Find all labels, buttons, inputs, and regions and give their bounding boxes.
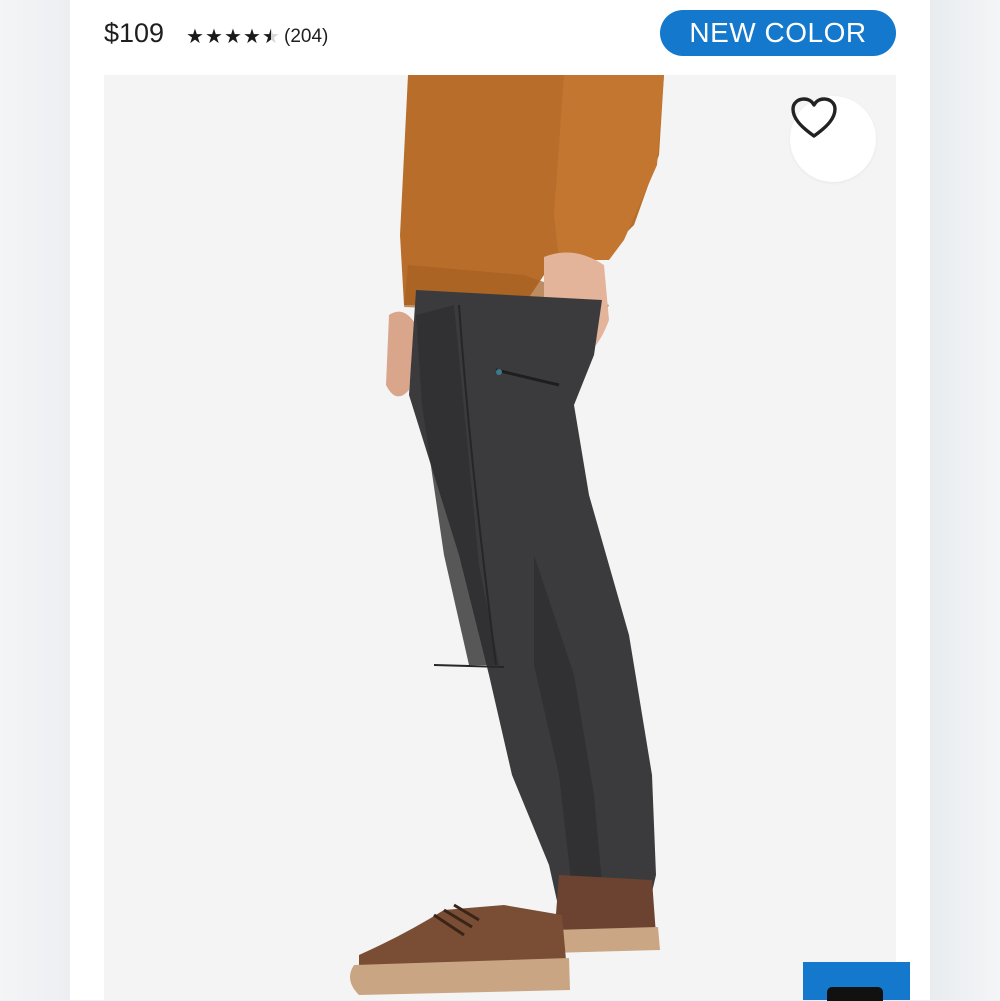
new-color-badge: NEW COLOR xyxy=(660,10,896,56)
product-image[interactable] xyxy=(104,75,896,1000)
rating-stars: ★ ★ ★ ★ ★ xyxy=(186,24,280,49)
half-star-icon: ★ xyxy=(262,24,280,49)
star-icon: ★ xyxy=(243,26,261,48)
product-card: $109 ★ ★ ★ ★ ★ (204) NEW COLOR xyxy=(70,0,930,1001)
chat-button[interactable] xyxy=(803,962,910,1001)
product-photo-illustration xyxy=(350,75,664,995)
review-count[interactable]: (204) xyxy=(284,26,328,48)
star-icon: ★ xyxy=(205,26,223,48)
right-margin xyxy=(930,0,1000,1000)
product-rating[interactable]: ★ ★ ★ ★ ★ (204) xyxy=(186,24,328,49)
left-margin xyxy=(0,0,70,1000)
product-price: $109 xyxy=(104,18,165,48)
favorite-button[interactable] xyxy=(790,96,876,182)
star-icon: ★ xyxy=(186,26,204,48)
chat-icon xyxy=(827,987,883,1001)
star-icon: ★ xyxy=(224,26,242,48)
heart-outline-icon xyxy=(791,97,837,138)
